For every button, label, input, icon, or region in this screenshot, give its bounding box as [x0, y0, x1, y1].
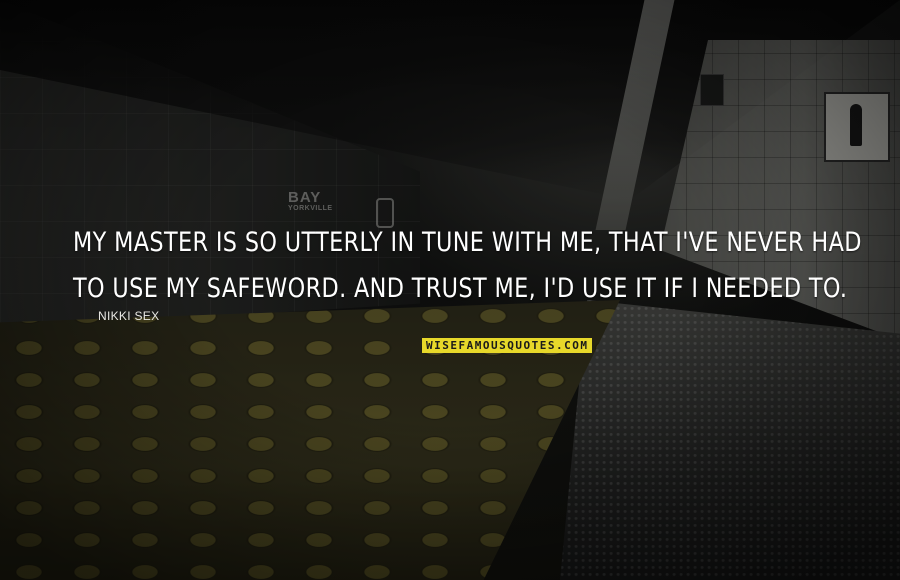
quote-text: MY MASTER IS SO UTTERLY IN TUNE WITH ME,… [73, 220, 862, 312]
quote-line-2: TO USE MY SAFEWORD. AND TRUST ME, I'D US… [73, 273, 848, 304]
quote-card: BAY YORKVILLE MY MASTER IS SO UTTERLY IN… [0, 0, 900, 580]
quote-line-1: MY MASTER IS SO UTTERLY IN TUNE WITH ME,… [73, 227, 862, 258]
quote-author: NIKKI SEX [98, 309, 160, 323]
site-watermark: WISEFAMOUSQUOTES.COM [422, 338, 593, 353]
